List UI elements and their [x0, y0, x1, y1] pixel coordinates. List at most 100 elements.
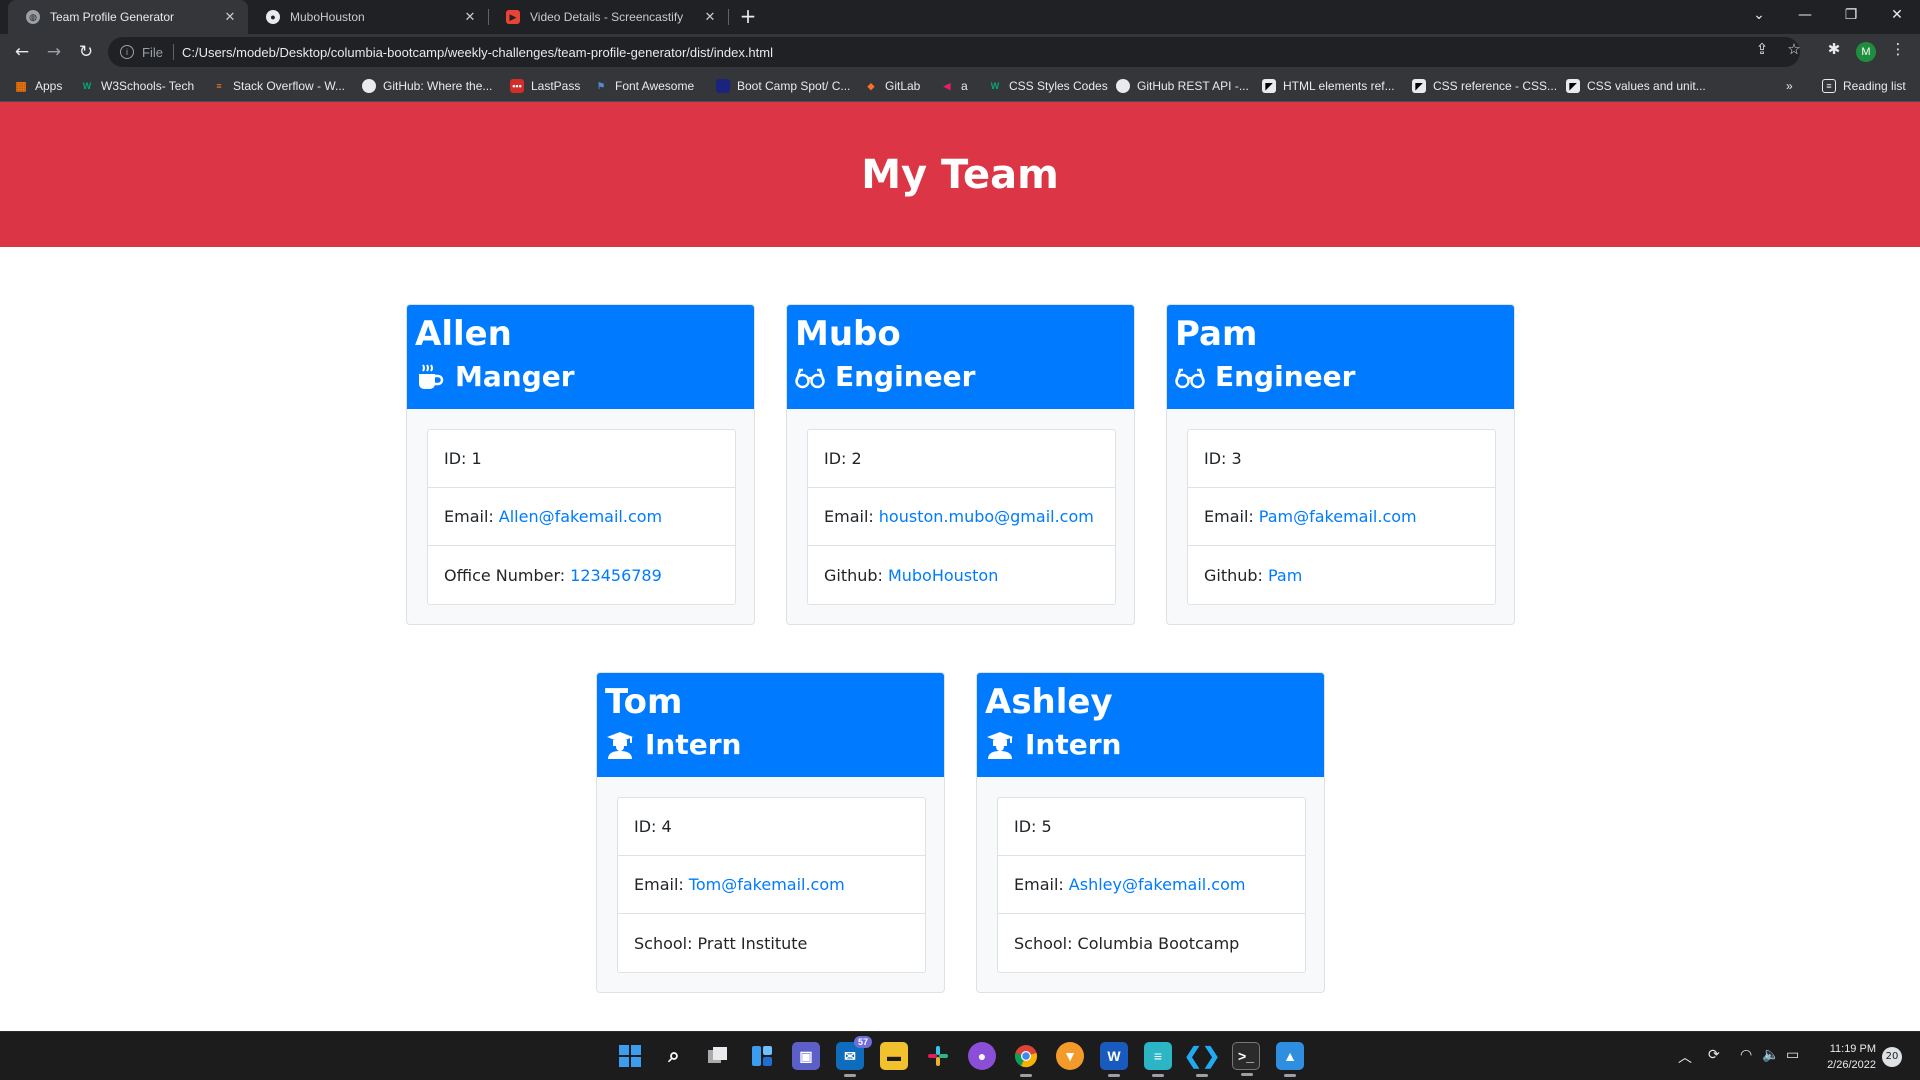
- bookmark-a[interactable]: ◀ a: [940, 78, 968, 94]
- tab-search-icon[interactable]: ⌄: [1736, 0, 1782, 30]
- id-value: 1: [471, 449, 482, 468]
- url-text[interactable]: C:/Users/modeb/Desktop/columbia-bootcamp…: [182, 45, 773, 60]
- tray-overflow-chevron-icon[interactable]: ︿: [1678, 1047, 1692, 1067]
- id-value: 5: [1041, 817, 1052, 836]
- back-arrow-icon[interactable]: ←: [10, 40, 34, 64]
- github-link[interactable]: MuboHouston: [888, 566, 998, 585]
- bookmark-html-elements[interactable]: ◤ HTML elements ref...: [1262, 78, 1395, 94]
- new-tab-button[interactable]: +: [736, 4, 760, 28]
- word-icon[interactable]: W: [1100, 1042, 1128, 1077]
- minimize-button[interactable]: —: [1782, 0, 1828, 30]
- system-clock[interactable]: 11:19 PM 2/26/2022: [1816, 1041, 1876, 1073]
- list-item-github: Github: MuboHouston: [808, 546, 1115, 604]
- more-bookmarks-chevron-icon[interactable]: »: [1786, 78, 1793, 94]
- bookmark-css-reference[interactable]: ◤ CSS reference - CSS...: [1412, 78, 1557, 94]
- close-tab-icon[interactable]: ✕: [702, 9, 718, 25]
- w3schools-icon: W: [990, 81, 1000, 91]
- flag-icon: ⚑: [596, 80, 606, 91]
- github-label: Github:: [824, 565, 883, 585]
- reading-list-icon: ≡: [1822, 79, 1836, 93]
- tab-team-profile-generator[interactable]: ◍ Team Profile Generator ✕: [8, 0, 248, 34]
- email-label: Email:: [634, 875, 684, 894]
- browser-shield-icon[interactable]: ▼: [1056, 1042, 1084, 1070]
- employee-card-mubo: Mubo Engineer ID: 2 Email: houston.mubo@…: [786, 304, 1135, 625]
- search-icon[interactable]: ⌕: [660, 1042, 688, 1070]
- tab-title: Video Details - Screencastify: [530, 10, 684, 24]
- employee-details-list: ID: 5 Email: Ashley@fakemail.com School:…: [997, 797, 1306, 973]
- email-link[interactable]: Ashley@fakemail.com: [1069, 875, 1246, 894]
- page-title: My Team: [861, 151, 1059, 198]
- email-link[interactable]: Allen@fakemail.com: [499, 507, 662, 526]
- task-view-icon[interactable]: [704, 1042, 732, 1070]
- bookmark-css-styles-codes[interactable]: W CSS Styles Codes: [988, 78, 1108, 94]
- mug-icon: [417, 363, 444, 391]
- github-link[interactable]: Pam: [1268, 566, 1302, 585]
- tab-screencastify[interactable]: ▶ Video Details - Screencastify ✕: [488, 0, 728, 34]
- divider: [172, 44, 174, 60]
- bookmark-apps[interactable]: ▦ Apps: [14, 78, 62, 94]
- restore-button[interactable]: ❐: [1828, 0, 1874, 30]
- office-number-link[interactable]: 123456789: [570, 566, 662, 585]
- email-label: Email:: [444, 507, 494, 526]
- battery-icon[interactable]: ▭: [1786, 1047, 1799, 1063]
- windows-start-icon[interactable]: [616, 1042, 644, 1070]
- widgets-icon[interactable]: [748, 1042, 776, 1070]
- share-icon[interactable]: ⇪: [1750, 37, 1774, 61]
- menu-kebab-icon[interactable]: ⋮: [1886, 37, 1910, 61]
- bookmarks-bar: ▦ Apps W W3Schools- Tech ≡ Stack Overflo…: [0, 70, 1920, 102]
- slack-icon[interactable]: [924, 1042, 952, 1070]
- page-viewport: My Team Allen Manger ID: 1 Email: Allen@…: [0, 102, 1920, 1031]
- id-label: ID:: [824, 449, 847, 468]
- reading-list-button[interactable]: ≡ Reading list: [1822, 78, 1906, 94]
- photos-icon[interactable]: ▲: [1276, 1042, 1304, 1077]
- bookmark-gitlab[interactable]: ◆ GitLab: [864, 78, 921, 94]
- screencastify-icon: ▶: [506, 10, 520, 24]
- browser-tab-strip: ◍ Team Profile Generator ✕ ● MuboHouston…: [0, 0, 1920, 34]
- file-explorer-icon[interactable]: ▬: [880, 1042, 908, 1070]
- email-link[interactable]: houston.mubo@gmail.com: [879, 507, 1094, 526]
- bookmark-font-awesome[interactable]: ⚑ Font Awesome: [594, 78, 694, 94]
- school-label: School:: [634, 933, 693, 953]
- bookmark-pink-icon: ◀: [943, 80, 951, 91]
- bookmark-css-values[interactable]: ◤ CSS values and unit...: [1566, 78, 1706, 94]
- w3schools-icon: W: [82, 81, 92, 91]
- role-label: Manger: [455, 360, 575, 393]
- info-icon[interactable]: i: [120, 45, 134, 59]
- bookmark-github-rest-api[interactable]: GitHub REST API -...: [1116, 78, 1249, 94]
- clock-date: 2/26/2022: [1827, 1059, 1876, 1071]
- chrome-icon[interactable]: [1012, 1042, 1040, 1077]
- email-link[interactable]: Tom@fakemail.com: [689, 875, 845, 894]
- bookmark-github[interactable]: GitHub: Where the...: [362, 78, 492, 94]
- github-icon: [362, 79, 376, 93]
- bookmark-w3schools[interactable]: W W3Schools- Tech: [80, 78, 194, 94]
- profile-avatar[interactable]: M: [1856, 42, 1876, 62]
- volume-icon[interactable]: 🔈: [1762, 1047, 1779, 1063]
- notification-count-badge[interactable]: 20: [1882, 1047, 1902, 1067]
- terminal-icon[interactable]: >_: [1232, 1042, 1260, 1076]
- bookmark-stack-overflow[interactable]: ≡ Stack Overflow - W...: [212, 78, 345, 94]
- bookmark-lastpass[interactable]: ••• LastPass: [510, 78, 580, 94]
- mail-icon[interactable]: ✉ 57: [836, 1036, 872, 1077]
- github-label: Github:: [1204, 565, 1263, 585]
- address-bar[interactable]: i File C:/Users/modeb/Desktop/columbia-b…: [108, 37, 1800, 67]
- bookmark-boot-camp-spot[interactable]: Boot Camp Spot/ C...: [716, 78, 850, 94]
- close-window-button[interactable]: ✕: [1874, 0, 1920, 30]
- vscode-icon[interactable]: ❮❯: [1184, 1042, 1220, 1077]
- email-link[interactable]: Pam@fakemail.com: [1259, 507, 1417, 526]
- reload-icon[interactable]: ↻: [74, 40, 98, 64]
- bookmark-star-icon[interactable]: ☆: [1782, 37, 1806, 61]
- close-tab-icon[interactable]: ✕: [462, 9, 478, 25]
- github-desktop-icon[interactable]: ●: [968, 1042, 996, 1070]
- notepad-icon[interactable]: ≡: [1144, 1042, 1172, 1077]
- github-icon: [1116, 79, 1130, 93]
- bookmark-label: Apps: [35, 79, 63, 93]
- sync-icon[interactable]: ⟳: [1708, 1047, 1720, 1063]
- list-item-email: Email: Allen@fakemail.com: [428, 488, 735, 546]
- close-tab-icon[interactable]: ✕: [222, 9, 238, 25]
- tab-mubohouston[interactable]: ● MuboHouston ✕: [248, 0, 488, 34]
- forward-arrow-icon[interactable]: →: [42, 40, 66, 64]
- wifi-icon[interactable]: ◠: [1740, 1047, 1752, 1063]
- extensions-icon[interactable]: ✱: [1822, 37, 1846, 61]
- employee-role: Intern: [605, 725, 936, 765]
- teams-chat-icon[interactable]: ▣: [792, 1042, 820, 1070]
